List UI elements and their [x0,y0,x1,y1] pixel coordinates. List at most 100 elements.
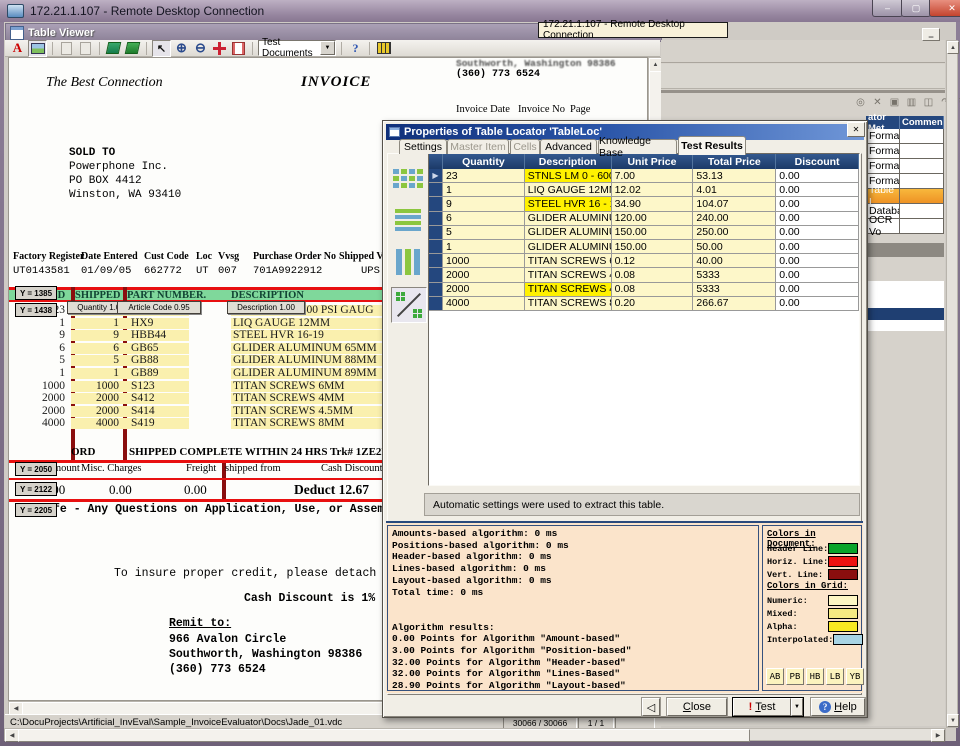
test-results-grid[interactable]: QuantityDescriptionUnit PriceTotal Price… [428,153,860,486]
row-selector[interactable] [429,226,443,240]
tab-knowledge-base[interactable]: Knowledge Base [598,139,677,154]
algorithm-button-yb[interactable]: YB [846,668,864,685]
duplicate-icon[interactable]: ◫ [921,95,936,109]
tab-test-results[interactable]: Test Results [678,136,746,155]
result-row[interactable]: 2000TITAN SCREWS 4.0.0853330.00 [429,283,859,297]
locator-row[interactable]: Format [866,144,944,159]
scroll-left-button[interactable]: ◀ [5,729,19,742]
tab-master-item[interactable]: Master Item [447,139,509,154]
result-row[interactable]: 1000TITAN SCREWS 60.1240.000.00 [429,254,859,268]
part-number: GB65 [131,342,158,354]
delete-icon[interactable]: ✕ [870,95,885,109]
dialog-close-button[interactable]: ✕ [847,122,865,137]
part-number: S414 [131,405,155,417]
hscroll-thumb[interactable] [18,729,750,742]
algorithm-log[interactable]: Amounts-based algorithm: 0 ms Positions-… [387,525,759,691]
maximize-button[interactable]: ▢ [901,0,931,17]
panel-minimize-icon: ▁ [929,31,934,38]
result-row[interactable]: 6GLIDER ALUMINU120.00240.000.00 [429,212,859,226]
algorithm-button-hb[interactable]: HB [806,668,824,685]
locator-method-cell: Format [866,144,900,159]
locator-row[interactable]: OCR Vo [866,219,944,234]
row-selector[interactable] [429,197,443,211]
algorithm-button-lb[interactable]: LB [826,668,844,685]
tab-cells[interactable]: Cells [510,139,540,154]
chevron-down-icon[interactable]: ▼ [320,41,335,55]
result-row[interactable]: 5GLIDER ALUMINU150.00250.000.00 [429,226,859,240]
scroll-up-button[interactable]: ▲ [947,41,959,54]
row-selector[interactable]: ▶ [429,169,443,183]
invoice-meta-header: Purchase Order No [253,251,336,262]
horizontal-line-marker [9,478,401,480]
result-row[interactable]: 2000TITAN SCREWS 40.0853330.00 [429,268,859,282]
fit-width-button[interactable] [230,41,247,56]
item-description: TITAN SCREWS 6MM [233,380,345,392]
properties-icon[interactable]: ▣ [887,95,902,109]
test-button[interactable]: ! Test [733,698,791,716]
algorithm-button-pb[interactable]: PB [786,668,804,685]
image-view-button[interactable] [28,40,47,57]
locator-row[interactable]: Format [866,129,944,144]
row-selector[interactable] [429,240,443,254]
help-dialog-button[interactable]: ? Help [811,698,865,716]
locator-row[interactable]: Table L [866,189,944,204]
result-row[interactable]: 1LIQ GAUGE 12MM12.024.010.00 [429,183,859,197]
tab-advanced[interactable]: Advanced [540,139,597,154]
comment-cell [899,219,944,234]
dialog-title: Properties of Table Locator 'TableLoc' [404,126,602,138]
next-document-button[interactable] [124,41,141,56]
algorithm-button-ab[interactable]: AB [766,668,784,685]
invoice-city-top: Southworth, Washington 98386 [456,58,616,69]
view-diagonal-button[interactable] [391,287,427,323]
row-selector[interactable] [429,297,443,311]
y-position-marker: Y = 1385 [15,286,57,300]
scroll-left-icon: ◀ [10,732,15,739]
find-icon[interactable]: ◎ [853,95,868,109]
grid-column-header: Total Price [693,154,776,169]
close-dialog-button[interactable]: Close [667,698,727,716]
prev-document-button[interactable] [105,41,122,56]
columns-button[interactable] [375,41,392,56]
document-set-dropdown[interactable]: Test Documents ▼ [258,40,336,56]
result-row[interactable]: 4000TITAN SCREWS 80.20266.670.00 [429,297,859,311]
shipped-qty: 9 [73,329,119,341]
rdp-app-icon [7,4,24,18]
select-tool-button[interactable]: ↖ [152,40,171,57]
close-button[interactable]: ✕ [929,0,960,17]
zoom-out-button[interactable]: ⊖ [192,41,209,56]
fit-page-button[interactable] [211,41,228,56]
next-page-button[interactable] [77,41,94,56]
row-selector[interactable] [429,254,443,268]
copy-icon[interactable]: ▥ [904,95,919,109]
locator-row[interactable]: Format [866,159,944,174]
test-dropdown-button[interactable]: ▼ [791,698,803,716]
result-row[interactable]: 1GLIDER ALUMINU150.0050.000.00 [429,240,859,254]
minimize-button[interactable]: – [872,0,903,17]
row-selector[interactable] [429,183,443,197]
columns-icon [377,42,391,54]
result-row[interactable]: ▶23STNLS LM 0 - 6007.0053.130.00 [429,169,859,183]
font-button[interactable]: A [9,41,26,56]
scroll-right-button[interactable]: ▶ [931,729,945,742]
result-row[interactable]: 9STEEL HVR 16 - 1934.90104.070.00 [429,197,859,211]
tab-settings[interactable]: Settings [399,139,447,154]
row-selector[interactable] [429,212,443,226]
item-description: TITAN SCREWS 4.5MM [233,405,353,417]
prev-page-button[interactable] [58,41,75,56]
row-selector[interactable] [429,268,443,282]
view-columns-button[interactable] [391,245,425,279]
discount-cell: 0.00 [776,183,859,197]
invoice-line-item: 20002000S412TITAN SCREWS 4MM [9,392,401,405]
scroll-down-button[interactable]: ▼ [947,714,959,727]
session-vscrollbar[interactable]: ▲ ▼ [946,40,958,728]
legend-label: Alpha: [767,622,798,632]
panel-minimize-button[interactable]: ▁ [922,28,940,41]
zoom-in-button[interactable]: ⊕ [173,41,190,56]
session-hscrollbar[interactable]: ◀ ▶ [4,728,946,741]
total-price-cell: 4.01 [693,183,776,197]
view-rows-button[interactable] [391,203,425,237]
help-button[interactable]: ? [347,41,364,56]
collapse-button[interactable]: ◁ [642,698,660,716]
row-selector[interactable] [429,283,443,297]
view-cells-button[interactable] [391,161,425,195]
